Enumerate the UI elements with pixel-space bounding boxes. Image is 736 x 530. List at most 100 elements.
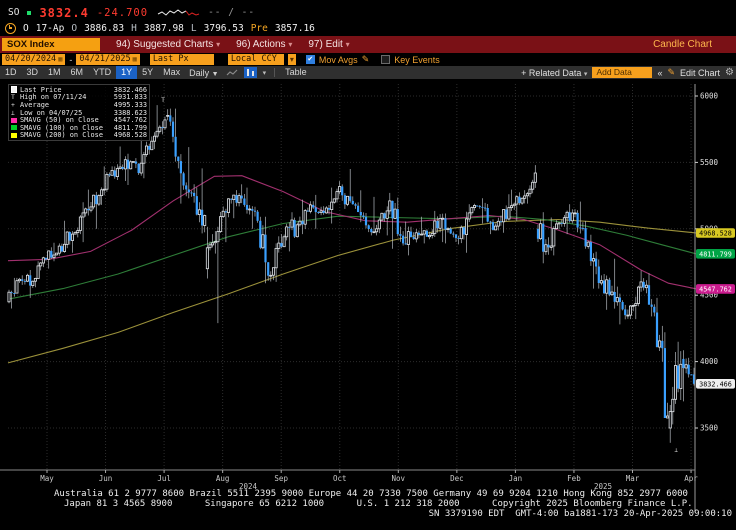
session-stats: O 17-Ap O 3886.83 H 3887.98 L 3796.53 Pr… xyxy=(0,21,736,35)
period-6m[interactable]: 6M xyxy=(66,66,89,79)
security-input[interactable]: SOX Index xyxy=(2,38,100,51)
status-dot-icon xyxy=(27,11,31,15)
month-label: Feb xyxy=(567,474,581,483)
month-label: Mar xyxy=(626,474,640,483)
candle-chart-icon[interactable] xyxy=(241,67,260,78)
bid-ask: -- / -- xyxy=(208,7,255,18)
price-sparkline xyxy=(156,7,200,19)
currency-select[interactable]: Local CCY xyxy=(228,54,284,65)
y-tick-label: 3500 xyxy=(700,424,719,433)
menu-actions[interactable]: 96) Actions ▾ xyxy=(236,39,292,50)
currency-dropdown-button[interactable]: ▾ xyxy=(288,54,296,65)
menu-suggested-charts[interactable]: 94) Suggested Charts ▾ xyxy=(116,39,220,50)
open-value: 3886.83 xyxy=(84,23,124,34)
ticker: SO xyxy=(8,7,19,18)
chevron-down-icon: ▾ xyxy=(288,40,292,49)
period-1d[interactable]: 1D xyxy=(0,66,22,79)
period-ytd[interactable]: YTD xyxy=(88,66,116,79)
y-tick-label: 4000 xyxy=(700,357,719,366)
delayed-clock-icon xyxy=(5,23,16,34)
svg-text:T: T xyxy=(161,97,165,104)
add-data-input[interactable]: Add Data xyxy=(592,67,652,78)
smavg-100-line xyxy=(8,216,696,299)
chevron-down-icon: ▾ xyxy=(346,40,350,49)
chevron-down-icon: ▼ xyxy=(212,71,219,78)
period-toolbar: 1D 3D 1M 6M YTD 1Y 5Y Max Daily ▼ ▾ Tabl… xyxy=(0,66,736,79)
svg-text:4968.528: 4968.528 xyxy=(699,230,732,238)
y-tick-label: 6000 xyxy=(700,92,719,101)
bloomberg-terminal-gp-chart: { "quote": { "ticker": "SO", "last": "38… xyxy=(0,0,736,530)
last-price: 3832.4 xyxy=(39,6,88,20)
low-marker-icon: ⊥ xyxy=(11,109,20,117)
footer-terminal-info: SN 3379190 EDT GMT-4:00 ba1881-173 20-Ap… xyxy=(429,509,732,519)
date-range-dash: - xyxy=(69,55,72,65)
price-axis: 600055005000450040003500 xyxy=(695,84,719,512)
key-events-checkbox[interactable] xyxy=(381,55,390,64)
period-max[interactable]: Max xyxy=(158,66,185,79)
command-ribbon: SOX Index 94) Suggested Charts ▾ 96) Act… xyxy=(0,36,736,53)
chart-style-dropdown[interactable]: ▾ xyxy=(260,67,270,78)
related-data-button[interactable]: + Related Data ▾ xyxy=(521,68,587,78)
session-date: 17-Ap xyxy=(36,23,65,34)
calendar-icon: ▦ xyxy=(58,54,62,65)
period-1m[interactable]: 1M xyxy=(43,66,66,79)
low-value: 3796.53 xyxy=(204,23,244,34)
edit-chart-button[interactable]: Edit Chart xyxy=(680,68,720,78)
svg-text:3832.466: 3832.466 xyxy=(699,380,732,388)
footer-phones-line2: Japan 81 3 4565 8900 Singapore 65 6212 1… xyxy=(64,499,693,509)
field-toolbar: 04/20/2024▦ - 04/21/2025▦ Last Px Local … xyxy=(0,53,736,66)
menu-edit[interactable]: 97) Edit ▾ xyxy=(308,39,349,50)
table-button[interactable]: Table xyxy=(280,66,312,79)
month-label: Oct xyxy=(333,474,347,483)
footer-phones-line1: Australia 61 2 9777 8600 Brazil 5511 239… xyxy=(54,489,688,499)
low-label: L xyxy=(191,23,197,34)
line-chart-icon[interactable] xyxy=(223,67,241,78)
price-source-select[interactable]: Last Px xyxy=(150,54,214,65)
price-change: -24.700 xyxy=(97,7,148,19)
gear-icon[interactable]: ⚙ xyxy=(725,67,734,78)
mov-avgs-label: Mov Avgs xyxy=(319,55,358,65)
period-3d[interactable]: 3D xyxy=(22,66,44,79)
collapse-button[interactable]: « xyxy=(657,68,662,78)
frequency-select[interactable]: Daily ▼ xyxy=(185,68,222,78)
chart-tools: + Related Data ▾ Add Data « ✎ Edit Chart… xyxy=(521,67,734,78)
chart-type-label: Candle Chart xyxy=(653,39,712,50)
time-axis: MayJunJulAugSepOctNovDecJanFebMarApr2024… xyxy=(0,470,698,491)
smavg100-swatch-icon xyxy=(11,125,17,130)
candle-swatch-icon xyxy=(11,86,17,93)
high-low-markers: T⊥ xyxy=(161,97,678,454)
month-label: Dec xyxy=(450,474,464,483)
calendar-icon: ▦ xyxy=(133,54,137,65)
mov-avgs-checkbox[interactable]: ✔ xyxy=(306,55,315,64)
key-events-label: Key Events xyxy=(394,55,440,65)
y-tick-label: 5500 xyxy=(700,158,719,167)
session-flag: O xyxy=(23,23,29,34)
edit-mov-avgs-icon[interactable]: ✎ xyxy=(362,54,370,65)
period-1y[interactable]: 1Y xyxy=(116,66,137,79)
smavg200-swatch-icon xyxy=(11,133,17,138)
prev-value: 3857.16 xyxy=(275,23,315,34)
month-label: Jul xyxy=(157,474,171,483)
date-to-input[interactable]: 04/21/2025▦ xyxy=(76,54,139,65)
month-label: Jun xyxy=(99,474,113,483)
month-label: Jan xyxy=(509,474,523,483)
month-label: Nov xyxy=(392,474,406,483)
smavg50-swatch-icon xyxy=(11,118,17,123)
quote-header: SO 3832.4 -24.700 -- / -- xyxy=(0,5,736,20)
candles-layer xyxy=(8,105,695,443)
svg-text:⊥: ⊥ xyxy=(674,447,678,454)
prev-label: Pre xyxy=(251,23,268,34)
chart-legend: Last Price3832.466 T High on 07/11/24593… xyxy=(8,84,150,141)
open-label: O xyxy=(71,23,77,34)
legend-smavg200: SMAVG (200) on Close4968.528 xyxy=(11,132,147,140)
date-from-input[interactable]: 04/20/2024▦ xyxy=(2,54,65,65)
gridlines xyxy=(8,84,694,470)
edit-chart-pencil-icon: ✎ xyxy=(667,67,675,78)
candle-chart-canvas[interactable]: T⊥6000550050004500400035004968.5284811.7… xyxy=(0,0,736,530)
period-5y[interactable]: 5Y xyxy=(137,66,158,79)
month-label: Apr xyxy=(684,474,698,483)
month-label: Sep xyxy=(274,474,288,483)
smavg-50-line xyxy=(8,176,696,289)
divider xyxy=(274,68,275,77)
svg-text:4811.799: 4811.799 xyxy=(699,250,732,258)
